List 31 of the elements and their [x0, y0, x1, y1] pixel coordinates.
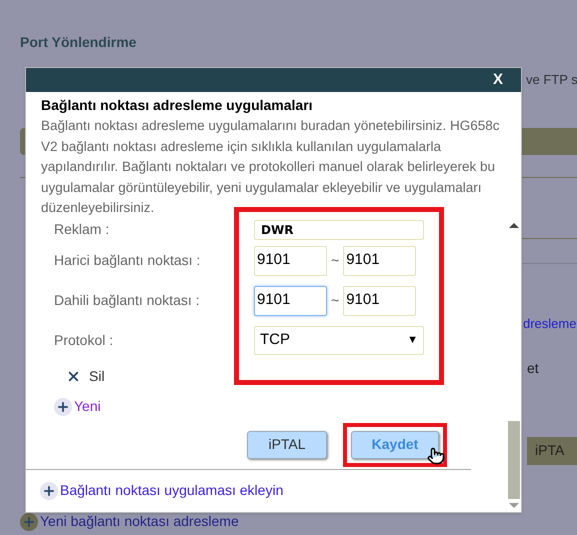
- plus-icon: [40, 482, 58, 500]
- field-label: Harici bağlantı noktası :: [54, 251, 202, 270]
- range-separator: ~: [331, 291, 340, 310]
- cursor-icon: [427, 446, 445, 464]
- name-field[interactable]: DWR: [254, 220, 424, 240]
- intro-text: ve FTP s: [526, 71, 577, 90]
- field-label: Dahili bağlantı noktası :: [54, 291, 201, 310]
- port-field[interactable]: 9101: [254, 246, 327, 276]
- dialog-description: Bağlantı noktası adresleme uygulamalarını buradan yönetebilirsiniz. HG658c V2 bağlantı noktası adresleme için sıklıkla kullanılan uygulamalarla yapılandırılır. Bağlantı noktaları ve protokolleri manuel olarak belirleyerek bu uygulamalar görüntüleyebilir, yeni uygulamalar ekleyebilir ve uygulamaları düzenleyebilirsiniz.: [41, 117, 501, 217]
- cancel-button[interactable]: iPTAL: [247, 430, 327, 458]
- page-title: Port Yönlendirme: [19, 33, 138, 52]
- range-separator: ~: [331, 251, 340, 270]
- port-field[interactable]: 9101: [343, 286, 416, 316]
- dialog-heading: Bağlantı noktası adresleme uygulamaları: [41, 96, 314, 115]
- delete-icon[interactable]: [66, 369, 81, 384]
- close-button[interactable]: X: [492, 68, 503, 92]
- table-cell-text: et: [527, 358, 540, 378]
- add-link[interactable]: Yeni bağlantı noktası adresleme: [40, 511, 239, 532]
- field-label: Reklam :: [54, 220, 110, 239]
- new-link[interactable]: Yeni: [74, 396, 101, 417]
- plus-icon: [54, 398, 72, 416]
- field-label: Protokol :: [54, 331, 114, 350]
- add-app-link[interactable]: Bağlantı noktası uygulaması ekleyin: [60, 480, 284, 501]
- delete-link[interactable]: Sil: [89, 366, 105, 387]
- protocol-select[interactable]: TCP ▼: [254, 326, 424, 355]
- port-field[interactable]: 9101: [254, 286, 327, 316]
- scroll-up-icon[interactable]: [509, 222, 519, 228]
- plus-icon: [20, 512, 38, 530]
- scroll-down-icon[interactable]: [509, 502, 519, 508]
- port-field[interactable]: 9101: [343, 246, 416, 276]
- scroll-thumb[interactable]: [508, 420, 520, 498]
